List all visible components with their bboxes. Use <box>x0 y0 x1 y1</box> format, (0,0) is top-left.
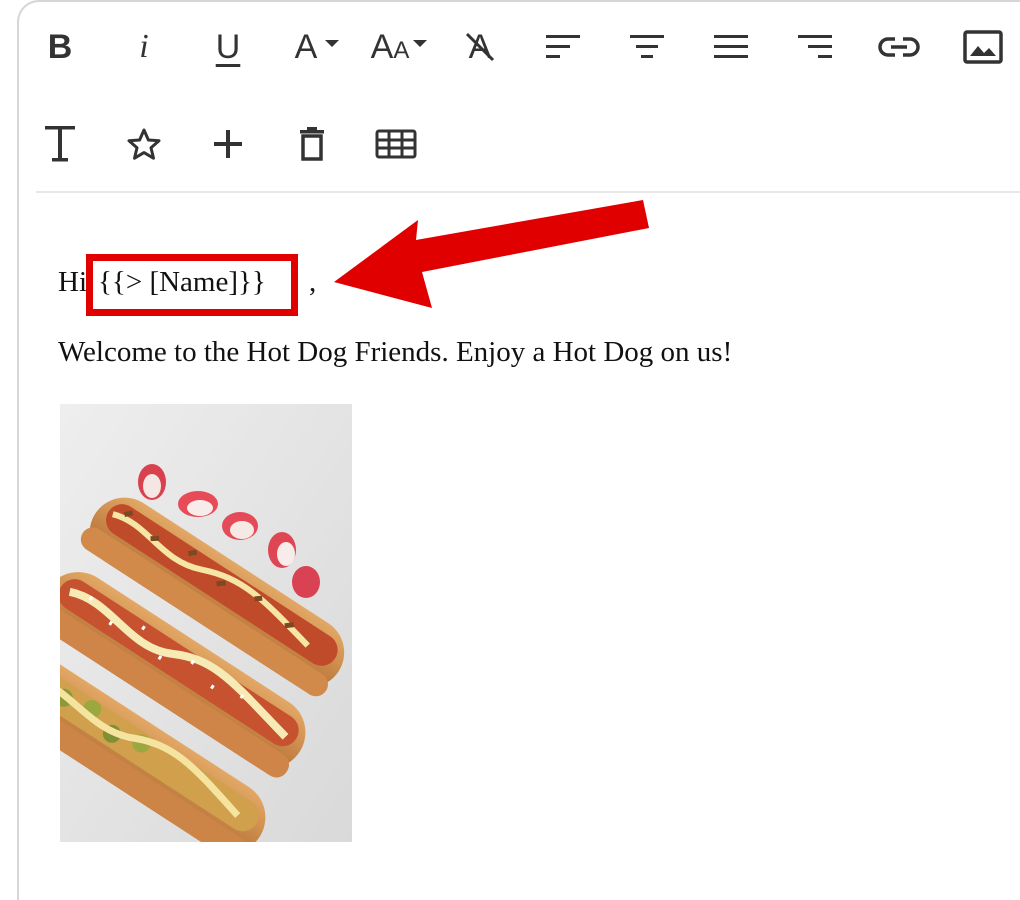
add-button[interactable] <box>198 114 258 174</box>
font-color-button[interactable]: A <box>282 17 352 77</box>
welcome-line[interactable]: Welcome to the Hot Dog Friends. Enjoy a … <box>58 336 732 369</box>
font-size-button[interactable]: AA <box>364 17 434 77</box>
link-icon <box>878 37 920 57</box>
favorite-button[interactable] <box>114 114 174 174</box>
italic-button[interactable]: i <box>114 17 174 77</box>
annotation-arrow <box>334 200 649 308</box>
text-style-button[interactable] <box>30 114 90 174</box>
hot-dogs-photo[interactable] <box>60 404 352 842</box>
align-left-button[interactable] <box>533 17 593 77</box>
name-placeholder-token[interactable]: {{> [Name]}} <box>98 266 266 299</box>
font-color-label: A <box>294 28 318 66</box>
dropdown-caret-icon <box>413 40 428 47</box>
greeting-suffix: , <box>309 266 317 298</box>
insert-table-button[interactable] <box>366 114 426 174</box>
insert-link-button[interactable] <box>869 17 929 77</box>
text-icon <box>45 126 75 162</box>
bold-label: B <box>47 28 73 66</box>
dropdown-caret-icon <box>325 40 340 47</box>
delete-button[interactable] <box>282 114 342 174</box>
italic-label: i <box>139 28 149 65</box>
align-justify-button[interactable] <box>701 17 761 77</box>
hot-dogs-image <box>60 404 352 842</box>
clear-format-button[interactable]: A <box>450 17 510 77</box>
font-size-label: AA <box>370 28 410 66</box>
image-icon <box>963 30 1003 64</box>
bold-button[interactable]: B <box>30 17 90 77</box>
trash-icon <box>300 127 324 161</box>
underline-button[interactable]: U <box>198 17 258 77</box>
underline-label: U <box>215 28 241 66</box>
table-icon <box>375 129 417 159</box>
align-justify-icon <box>714 35 748 58</box>
align-right-icon <box>798 35 832 58</box>
plus-icon <box>214 130 242 158</box>
star-icon <box>127 128 161 160</box>
align-center-button[interactable] <box>617 17 677 77</box>
align-right-button[interactable] <box>785 17 845 77</box>
insert-image-button[interactable] <box>953 17 1013 77</box>
greeting-prefix: Hi <box>58 266 87 298</box>
strike-icon <box>465 32 495 62</box>
align-left-icon <box>546 35 580 58</box>
align-center-icon <box>630 35 664 58</box>
